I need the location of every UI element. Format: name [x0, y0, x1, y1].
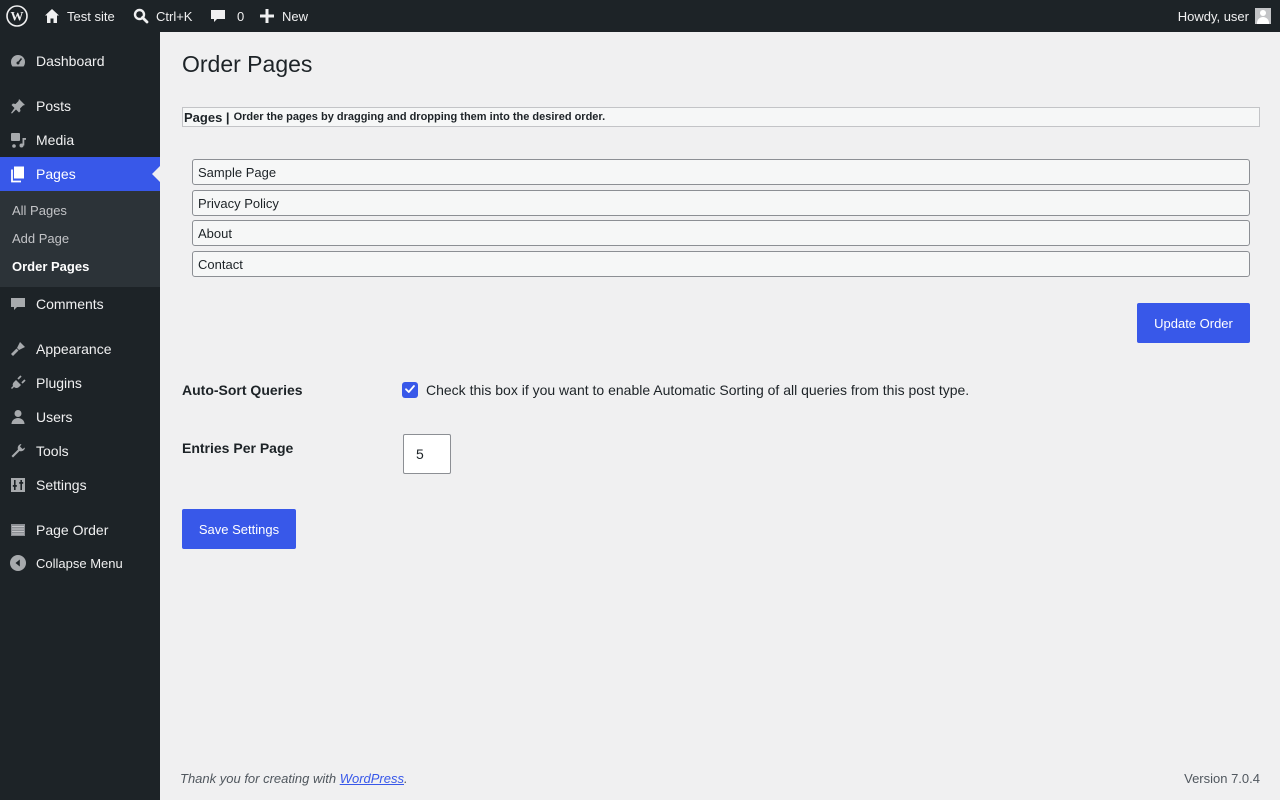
site-name: Test site — [67, 8, 115, 24]
pages-header-label: Pages | — [184, 109, 230, 125]
new-content-button[interactable]: New — [258, 0, 308, 32]
search-shortcut: Ctrl+K — [156, 8, 193, 24]
submenu-item-add-page[interactable]: Add Page — [12, 231, 69, 246]
sidebar-item-label: Pages — [36, 166, 76, 182]
sidebar-item-comments[interactable]: Comments — [0, 287, 160, 321]
comment-bubble-icon — [0, 287, 36, 321]
command-search-button[interactable]: Ctrl+K — [132, 0, 192, 32]
footer-thanks: Thank you for creating with WordPress. — [180, 771, 408, 786]
paintbrush-icon — [0, 332, 36, 366]
autosort-option: Check this box if you want to enable Aut… — [402, 382, 969, 398]
list-icon — [0, 513, 36, 547]
wrench-icon — [0, 434, 36, 468]
wordpress-link[interactable]: WordPress — [340, 771, 404, 786]
dashboard-icon — [0, 44, 36, 78]
save-settings-button[interactable]: Save Settings — [182, 509, 296, 549]
media-icon — [0, 123, 36, 157]
comment-bubble-icon — [209, 7, 227, 25]
sidebar-item-appearance[interactable]: Appearance — [0, 332, 160, 366]
sidebar-item-page-order[interactable]: Page Order — [0, 513, 160, 547]
sliders-icon — [0, 468, 36, 502]
sidebar-item-settings[interactable]: Settings — [0, 468, 160, 502]
my-account-menu[interactable]: Howdy, user — [1178, 0, 1271, 32]
site-name-link[interactable]: Test site — [43, 0, 115, 32]
comments-count: 0 — [237, 8, 245, 24]
new-label: New — [282, 8, 309, 24]
sidebar-item-users[interactable]: Users — [0, 400, 160, 434]
sidebar-item-posts[interactable]: Posts — [0, 89, 160, 123]
plug-icon — [0, 366, 36, 400]
admin-bar: W Test site Ctrl+K 0 New Howdy, user — [0, 0, 1280, 32]
submenu-item-order-pages[interactable]: Order Pages — [12, 259, 89, 274]
autosort-checkbox[interactable] — [402, 382, 418, 398]
sidebar-item-label: Posts — [36, 98, 72, 114]
sortable-page-item[interactable]: Contact — [192, 251, 1250, 277]
footer-thanks-text: Thank you for creating with — [180, 771, 337, 786]
sidebar-item-plugins[interactable]: Plugins — [0, 366, 160, 400]
sidebar-item-tools[interactable]: Tools — [0, 434, 160, 468]
sidebar-item-label: Media — [36, 132, 75, 148]
sortable-page-item[interactable]: About — [192, 220, 1250, 246]
sortable-page-item[interactable]: Privacy Policy — [192, 190, 1250, 216]
page-item-label: Sample Page — [198, 164, 277, 180]
page-item-label: About — [198, 225, 232, 241]
sidebar-item-label: Tools — [36, 443, 69, 459]
sortable-page-item[interactable]: Sample Page — [192, 159, 1250, 185]
plus-icon — [258, 7, 276, 25]
pushpin-icon — [0, 89, 36, 123]
user-icon — [0, 400, 36, 434]
sidebar-item-label: Comments — [36, 296, 104, 312]
entries-per-page-input[interactable]: 5 — [403, 434, 451, 474]
sidebar-item-label: Dashboard — [36, 53, 105, 69]
update-order-button[interactable]: Update Order — [1137, 303, 1250, 343]
wordpress-logo-icon[interactable]: W — [6, 0, 28, 32]
pages-header-description: Order the pages by dragging and dropping… — [233, 111, 606, 123]
svg-text:W: W — [11, 9, 24, 24]
submenu-item-all-pages[interactable]: All Pages — [12, 203, 67, 218]
comments-link[interactable]: 0 — [209, 0, 244, 32]
page-item-label: Contact — [198, 256, 243, 272]
footer-version: Version 7.0.4 — [1184, 771, 1260, 786]
sidebar-item-label: Appearance — [36, 341, 112, 357]
autosort-description: Check this box if you want to enable Aut… — [426, 382, 970, 398]
sidebar-item-label: Settings — [36, 477, 87, 493]
howdy-text: Howdy, user — [1177, 8, 1249, 24]
page-item-label: Privacy Policy — [198, 195, 279, 211]
search-icon — [132, 7, 150, 25]
sidebar-item-label: Page Order — [36, 522, 109, 538]
page-title: Order Pages — [182, 51, 313, 77]
sidebar-item-dashboard[interactable]: Dashboard — [0, 44, 160, 78]
collapse-arrow-icon — [0, 546, 36, 580]
footer-period: . — [404, 771, 408, 786]
sidebar-item-media[interactable]: Media — [0, 123, 160, 157]
home-icon — [43, 7, 61, 25]
admin-sidebar: Dashboard Posts Media Pages All Pages Ad… — [0, 32, 160, 800]
pages-section-header: Pages | Order the pages by dragging and … — [182, 107, 1260, 127]
sidebar-item-pages[interactable]: Pages — [0, 157, 160, 191]
sidebar-item-label: Users — [36, 409, 73, 425]
sidebar-item-label: Plugins — [36, 375, 82, 391]
collapse-menu-label: Collapse Menu — [36, 555, 123, 571]
autosort-label: Auto-Sort Queries — [182, 382, 303, 398]
pages-icon — [0, 157, 36, 191]
collapse-menu-button[interactable]: Collapse Menu — [0, 546, 160, 580]
entries-per-page-label: Entries Per Page — [182, 440, 294, 456]
checkmark-icon — [404, 382, 416, 398]
pages-submenu: All Pages Add Page Order Pages — [0, 191, 160, 287]
avatar — [1255, 8, 1271, 24]
